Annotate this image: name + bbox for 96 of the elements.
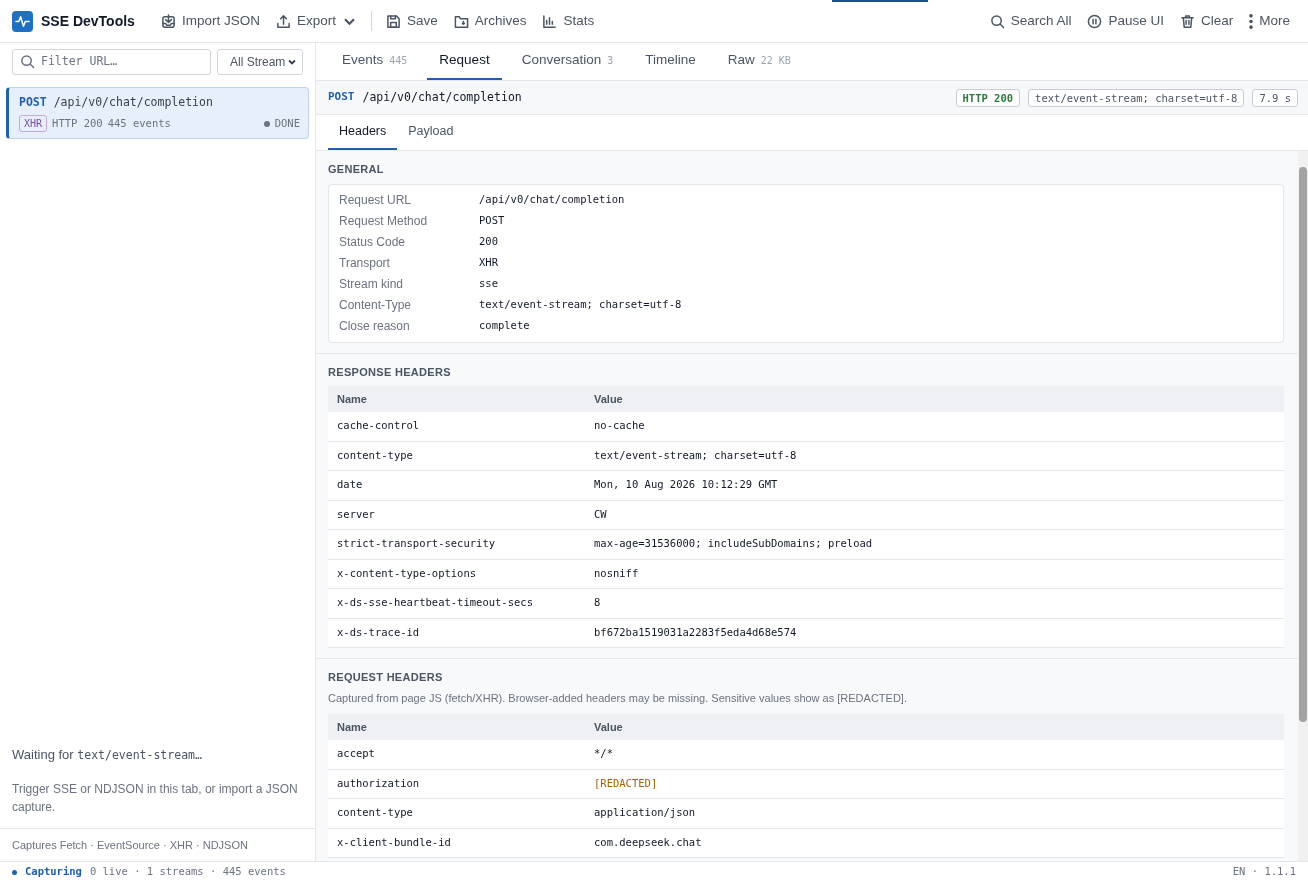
field-label: Stream kind bbox=[339, 276, 405, 293]
status-dot bbox=[263, 120, 270, 127]
toolbar-button[interactable]: Stats bbox=[534, 6, 603, 36]
table-cell-text: */* bbox=[594, 746, 614, 762]
info-tag: 7.9 s bbox=[1252, 88, 1298, 107]
column-header: Value bbox=[594, 391, 624, 407]
transport-tag: XHR bbox=[19, 115, 48, 133]
field-value: XHR bbox=[479, 255, 498, 271]
version-text: EN · 1.1.1 bbox=[1232, 864, 1296, 880]
capture-status: Capturing bbox=[25, 864, 82, 880]
app-title: SSE DevTools bbox=[41, 11, 135, 31]
field-value: POST bbox=[479, 213, 505, 229]
bar-chart-icon bbox=[542, 13, 558, 29]
tab[interactable]: Events 445 bbox=[330, 43, 420, 80]
search-icon bbox=[20, 54, 35, 69]
trash-icon bbox=[1179, 13, 1195, 29]
table-cell-text: authorization bbox=[336, 775, 421, 791]
table-cell-text: bf672ba1519031a2283f5eda4d68e574 bbox=[594, 624, 798, 640]
caret-icon bbox=[287, 57, 297, 67]
pause-icon bbox=[1087, 13, 1103, 29]
table-cell-text: date bbox=[336, 477, 364, 493]
field-label: Content-Type bbox=[339, 297, 413, 314]
upload-icon bbox=[275, 13, 291, 29]
table-cell-text: content-type bbox=[336, 805, 414, 821]
table-cell-text: cache-control bbox=[336, 418, 421, 434]
status-tag: HTTP 200 bbox=[955, 88, 1021, 107]
tab[interactable]: Payload bbox=[397, 115, 465, 150]
table-cell-text: accept bbox=[336, 746, 376, 762]
table-cell-text: com.deepseek.chat bbox=[594, 834, 703, 850]
field-value: text/event-stream; charset=utf-8 bbox=[479, 297, 682, 313]
column-header: Name bbox=[336, 391, 368, 407]
stream-filter-dropdown[interactable]: All Stream bbox=[217, 49, 303, 75]
section-title: REQUEST HEADERS bbox=[328, 670, 444, 685]
table-cell-text: strict-transport-security bbox=[336, 536, 497, 552]
request-url: /api/v0/chat/completion bbox=[362, 88, 522, 106]
field-label: Close reason bbox=[339, 318, 411, 335]
table-cell-text: no-cache bbox=[594, 418, 646, 434]
method-label: POST bbox=[328, 89, 355, 106]
table-cell-text: x-ds-sse-heartbeat-timeout-secs bbox=[336, 595, 534, 611]
field-label: Request URL bbox=[339, 192, 413, 209]
more-icon bbox=[1249, 13, 1254, 29]
tab[interactable]: Raw 22 KB bbox=[715, 43, 803, 80]
info-tag: text/event-stream; charset=utf-8 bbox=[1028, 88, 1245, 107]
column-header: Name bbox=[336, 719, 368, 735]
status-dot bbox=[12, 869, 17, 875]
mime-type: text/event-stream… bbox=[77, 747, 202, 762]
column-header: Value bbox=[594, 719, 624, 735]
table-cell-text: x-ds-trace-id bbox=[336, 624, 421, 640]
field-value: 200 bbox=[479, 234, 498, 250]
stream-state: DONE bbox=[274, 115, 300, 131]
stream-item[interactable]: POST /api/v0/chat/completion XHR HTTP 200 445 events DONE bbox=[6, 87, 309, 140]
field-label: Request Method bbox=[339, 213, 429, 230]
table-cell-text: x-client-bundle-id bbox=[336, 834, 452, 850]
section-title: GENERAL bbox=[328, 162, 385, 177]
field-label: Transport bbox=[339, 255, 391, 272]
toolbar-button[interactable]: Clear bbox=[1171, 6, 1242, 36]
method-label: POST bbox=[19, 95, 47, 109]
waiting-label: Waiting for bbox=[12, 746, 74, 762]
table-cell-text: CW bbox=[594, 506, 608, 522]
filter-field[interactable]: Filter URL… bbox=[12, 49, 211, 75]
table-cell-text: content-type bbox=[336, 447, 414, 463]
status-text: HTTP 200 bbox=[52, 115, 103, 131]
tray-download-icon bbox=[160, 13, 176, 29]
section-title: RESPONSE HEADERS bbox=[328, 364, 452, 380]
toolbar-button[interactable]: Search All bbox=[981, 6, 1080, 36]
tab[interactable]: Timeline bbox=[633, 43, 708, 80]
note-text: Captured from page JS (fetch/XHR). Browser-added headers may be missing. Sensitive values show as [REDACTED]. bbox=[328, 690, 908, 706]
field-value: sse bbox=[479, 276, 498, 292]
stream-stats: 0 live · 1 streams · 445 events bbox=[89, 864, 286, 880]
field-value: /api/v0/chat/completion bbox=[479, 192, 625, 208]
toolbar-button[interactable]: Archives bbox=[445, 6, 535, 36]
folder-icon bbox=[453, 13, 469, 29]
stream-url: /api/v0/chat/completion bbox=[53, 95, 213, 109]
table-cell-text: application/json bbox=[594, 805, 697, 821]
table-cell-text: 8 bbox=[594, 595, 602, 611]
logo-icon bbox=[12, 10, 33, 32]
toolbar-button[interactable]: Import JSON bbox=[152, 6, 268, 36]
toolbar-button[interactable]: Save bbox=[377, 6, 446, 36]
table-cell-text: server bbox=[336, 506, 376, 522]
capture-sources: Captures Fetch · EventSource · XHR · NDJSON bbox=[12, 837, 248, 853]
table-cell-text: x-content-type-options bbox=[336, 565, 478, 581]
table-cell-text: [REDACTED] bbox=[594, 775, 659, 791]
table-cell-text: max-age=31536000; includeSubDomains; preload bbox=[594, 536, 874, 552]
toolbar-button[interactable]: More bbox=[1241, 6, 1298, 36]
tab[interactable]: Conversation 3 bbox=[509, 43, 626, 80]
table-cell-text: text/event-stream; charset=utf-8 bbox=[594, 447, 798, 463]
toolbar-button[interactable]: Pause UI bbox=[1079, 6, 1172, 36]
event-count: 445 events bbox=[107, 115, 171, 131]
table-cell-text: Mon, 10 Aug 2026 10:12:29 GMT bbox=[594, 477, 779, 493]
field-value: complete bbox=[479, 318, 530, 334]
search-icon bbox=[989, 13, 1005, 29]
field-label: Status Code bbox=[339, 234, 407, 251]
scrollbar[interactable] bbox=[1298, 151, 1308, 861]
hint-text: Trigger SSE or NDJSON in this tab, or import a JSON capture. bbox=[12, 781, 299, 816]
toolbar-button[interactable]: Export bbox=[267, 6, 365, 36]
table-cell-text: nosniff bbox=[594, 565, 640, 581]
